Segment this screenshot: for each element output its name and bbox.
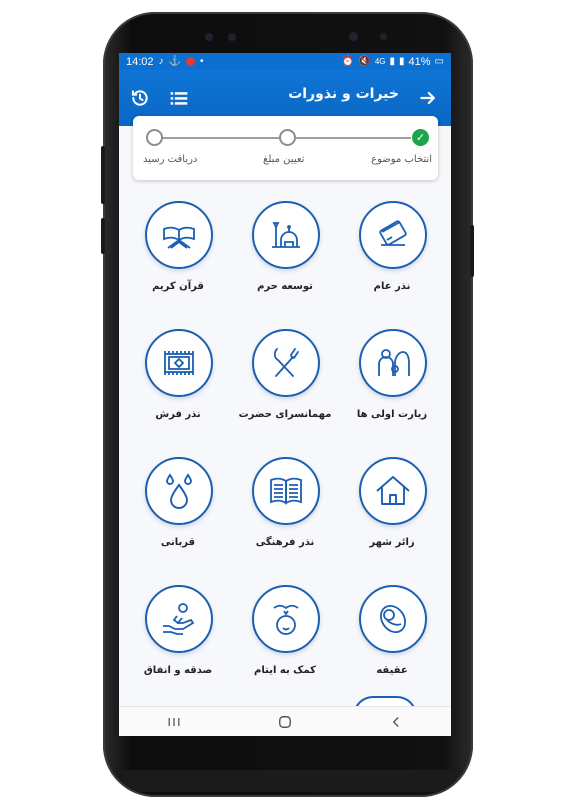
category-label: زائر شهر [369,537,415,548]
category-aqiqah[interactable]: عقیقه [342,577,442,687]
bixby-button [101,218,105,254]
category-circle [359,201,427,269]
menu-button[interactable] [166,85,192,111]
alarm-icon: ⏰ [341,55,355,67]
category-label: کمک به ایتام [254,665,316,676]
step-1-done-icon: ✓ [412,129,429,146]
step-3-dot [146,129,163,146]
category-label: مهمانسرای حضرت [238,409,332,420]
category-label: نذر عام [373,281,411,292]
category-circle [252,585,320,653]
battery-percent: 41% [408,55,431,68]
category-label: زیارت اولی ها [356,409,428,420]
carpet-icon [164,351,194,375]
proximity-sensor [228,33,236,41]
category-circle [145,201,213,269]
signal2-icon: ▮ [399,55,405,67]
tiktok-icon: ♪ [158,55,164,67]
drops-icon [166,473,192,509]
phone-bottom-edge [120,770,456,792]
nav-back-button[interactable] [376,709,416,735]
anchor-icon: ⚓ [168,55,181,67]
category-carpet-vow[interactable]: نذر فرش [128,321,228,431]
android-nav-bar [119,706,451,736]
card-icon [379,220,407,246]
category-circle [359,585,427,653]
charity-hand-icon [163,603,195,635]
step-1-label: انتخاب موضوع [371,154,432,165]
progress-stepper: ✓ انتخاب موضوع تعیین مبلغ دریافت رسید [133,116,438,180]
category-circle [145,329,213,397]
recent-apps-icon [168,717,180,726]
category-circle [359,329,427,397]
category-label: صدقه و انفاق [143,665,213,676]
power-button [470,225,474,277]
page-title: خیرات و نذورات [288,86,399,102]
category-shrine-expansion[interactable]: توسعه حرم [235,193,335,303]
arrow-right-icon [420,91,435,105]
notification-badge-icon [185,57,195,66]
mockup-stage: 14:02 ♪ ⚓ • ⏰ 🔇 4G ▮ ▮ 41% ▭ خیرات و نذو… [0,0,569,811]
category-circle [145,457,213,525]
network-type: 4G [374,56,386,66]
step-2-label: تعیین مبلغ [263,154,305,165]
category-circle [252,329,320,397]
iris-scanner [205,33,213,41]
category-label: قربانی [160,537,196,548]
category-sacrifice[interactable]: قربانی [128,449,228,559]
category-label: توسعه حرم [257,281,313,292]
quran-icon [163,226,195,249]
category-circle [252,457,320,525]
signal-icon: ▮ [389,55,395,67]
category-circle [252,201,320,269]
book-icon [270,477,302,505]
category-label: نذر فرهنگی [255,537,315,548]
category-label: عقیقه [376,665,408,676]
house-icon [376,476,410,505]
battery-icon: ▭ [434,55,444,67]
category-quran[interactable]: قرآن کریم [128,193,228,303]
baby-icon [380,605,406,633]
status-time: 14:02 [126,55,154,68]
list-menu-icon [170,92,188,105]
history-button[interactable] [127,85,153,111]
category-guesthouse[interactable]: مهمانسرای حضرت [235,321,335,431]
home-button[interactable] [265,709,305,735]
category-label: قرآن کریم [152,281,204,292]
cutlery-icon [273,348,299,377]
category-guardians-pilgrimage[interactable]: زیارت اولی ها [342,321,442,431]
chevron-left-icon [392,716,399,727]
category-charity[interactable]: صدقه و انفاق [128,577,228,687]
dot-icon: • [199,55,204,67]
back-button[interactable] [415,85,441,111]
category-orphans[interactable]: کمک به ایتام [235,577,335,687]
status-bar: 14:02 ♪ ⚓ • ⏰ 🔇 4G ▮ ▮ 41% ▭ [119,53,451,70]
front-camera [349,32,358,41]
sensor [380,33,387,40]
category-circle [145,585,213,653]
history-icon [131,90,148,106]
category-cultural-vow[interactable]: نذر فرهنگی [235,449,335,559]
home-icon [279,715,291,728]
shrine-icon [272,222,300,248]
step-2-dot [279,129,296,146]
recent-apps-button[interactable] [154,709,194,735]
category-general-vow[interactable]: نذر عام [342,193,442,303]
category-circle [359,457,427,525]
category-label: نذر فرش [155,409,201,420]
child-care-icon [273,604,299,635]
step-3-label: دریافت رسید [143,154,198,165]
category-city-pilgrim[interactable]: زائر شهر [342,449,442,559]
phone-screen: 14:02 ♪ ⚓ • ⏰ 🔇 4G ▮ ▮ 41% ▭ خیرات و نذو… [119,53,451,736]
family-icon [378,349,410,376]
volume-button [101,146,105,204]
mute-icon: 🔇 [358,55,371,67]
